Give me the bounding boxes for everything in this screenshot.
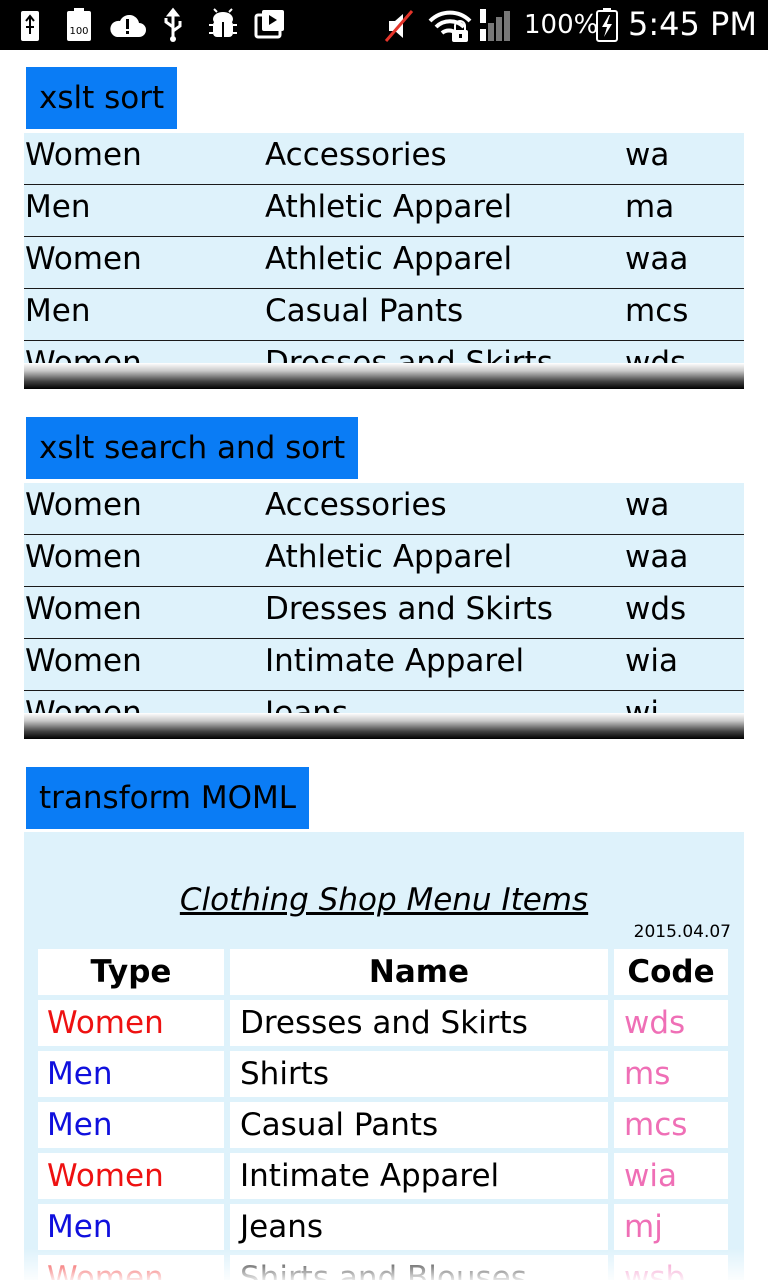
list-item-code: wia xyxy=(625,643,678,679)
table-cell-name: Jeans xyxy=(230,1204,608,1250)
table-cell-type: Men xyxy=(38,1102,224,1148)
list-item-name: Casual Pants xyxy=(265,293,464,329)
list-item[interactable]: Women Accessories wa xyxy=(24,483,744,535)
table-cell-name: Shirts xyxy=(230,1051,608,1097)
xslt-sort-list: Women Accessories wa Men Athletic Apparel ma… xyxy=(24,133,744,389)
battery-100-icon: 100 xyxy=(67,8,91,41)
list-item-code: wa xyxy=(625,137,670,173)
list-item-name: Athletic Apparel xyxy=(265,539,513,575)
list-item-type: Women xyxy=(25,591,142,627)
table-cell-code: wds xyxy=(614,1000,728,1046)
media-play-icon xyxy=(254,10,284,39)
table-cell-code: wia xyxy=(614,1153,728,1199)
battery-percent: 100% xyxy=(524,10,599,40)
xslt-sort-button[interactable]: xslt sort xyxy=(26,67,178,129)
list-item-type: Women xyxy=(25,539,142,575)
charging-battery-icon xyxy=(596,8,618,42)
list-item-type: Men xyxy=(25,293,91,329)
table-cell-code: ms xyxy=(614,1051,728,1097)
list-item-name: Dresses and Skirts xyxy=(265,591,553,627)
table-cell-code: mcs xyxy=(614,1102,728,1148)
svg-text:100: 100 xyxy=(69,26,88,37)
list-item-code: waa xyxy=(625,539,689,575)
android-bug-icon xyxy=(209,8,237,37)
list-item-code: mcs xyxy=(625,293,689,329)
list-item-type: Women xyxy=(25,137,142,173)
status-bar: 100 100% 5:45 PM xyxy=(0,0,768,50)
list-item-name: Athletic Apparel xyxy=(265,189,513,225)
usb-debug-icon xyxy=(164,7,182,42)
table-header-type: Type xyxy=(38,949,224,995)
list-item[interactable]: Women Intimate Apparel wia xyxy=(24,639,744,691)
scroll-fade xyxy=(24,1248,744,1280)
list-item-code: ma xyxy=(625,189,675,225)
list-item[interactable]: Women Accessories wa xyxy=(24,133,744,185)
table-cell-name: Dresses and Skirts xyxy=(230,1000,608,1046)
list-item-name: Accessories xyxy=(265,487,447,523)
transform-moml-button[interactable]: transform MOML xyxy=(26,767,309,829)
table-cell-type: Women xyxy=(38,1153,224,1199)
table-header-name: Name xyxy=(230,949,608,995)
list-item[interactable]: Men Athletic Apparel ma xyxy=(24,185,744,237)
list-item[interactable]: Women Dresses and Skirts wds xyxy=(24,587,744,639)
clock: 5:45 PM xyxy=(628,5,757,43)
table-cell-type: Women xyxy=(38,1000,224,1046)
list-edge-shadow xyxy=(24,363,744,389)
table-cell-name: Intimate Apparel xyxy=(230,1153,608,1199)
xslt-search-sort-list: Women Accessories wa Women Athletic Apparel… xyxy=(24,483,744,739)
list-item-name: Athletic Apparel xyxy=(265,241,513,277)
list-item-type: Women xyxy=(25,487,142,523)
list-item[interactable]: Men Casual Pants mcs xyxy=(24,289,744,341)
table-cell-name: Casual Pants xyxy=(230,1102,608,1148)
moml-date: 2015.04.07 xyxy=(633,922,731,942)
moml-title: Clothing Shop Menu Items xyxy=(179,882,589,918)
list-item-type: Men xyxy=(25,189,91,225)
signal-icon xyxy=(480,9,510,41)
list-item-code: waa xyxy=(625,241,689,277)
wifi-lock-icon xyxy=(428,10,472,42)
list-item-code: wds xyxy=(625,591,687,627)
table-cell-type: Men xyxy=(38,1051,224,1097)
table-cell-code: mj xyxy=(614,1204,728,1250)
table-header-code: Code xyxy=(614,949,728,995)
mute-icon xyxy=(384,10,414,42)
xslt-search-and-sort-button[interactable]: xslt search and sort xyxy=(26,417,359,479)
usb-icon xyxy=(21,11,39,41)
table-cell-type: Men xyxy=(38,1204,224,1250)
list-item-name: Intimate Apparel xyxy=(265,643,525,679)
list-item-name: Accessories xyxy=(265,137,447,173)
moml-panel: Clothing Shop Menu Items 2015.04.07 Type… xyxy=(24,832,744,1280)
list-item-type: Women xyxy=(25,643,142,679)
list-edge-shadow xyxy=(24,713,744,739)
list-item[interactable]: Women Athletic Apparel waa xyxy=(24,237,744,289)
cloud-alert-icon xyxy=(110,14,146,37)
list-item-type: Women xyxy=(25,241,142,277)
list-item[interactable]: Women Athletic Apparel waa xyxy=(24,535,744,587)
list-item-code: wa xyxy=(625,487,670,523)
